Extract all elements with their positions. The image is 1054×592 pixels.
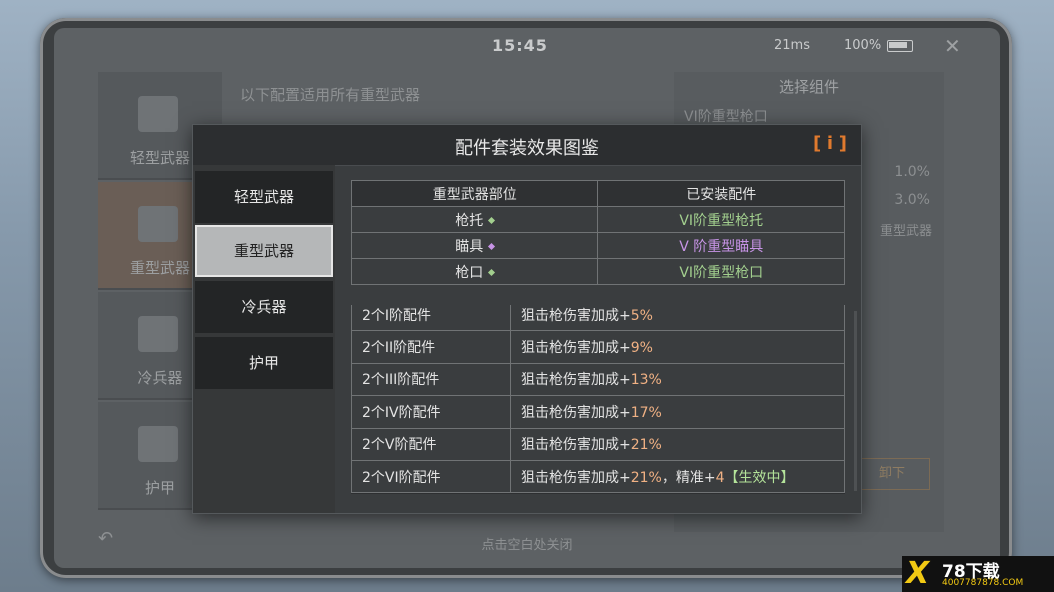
effect-cell: 狙击枪伤害加成+5% — [510, 305, 845, 332]
part-cell: V 阶重型瞄具 — [597, 232, 845, 259]
active-status-badge: 【生效中】 — [724, 469, 795, 486]
close-icon[interactable]: ✕ — [944, 34, 961, 58]
effect-text: 狙击枪伤害加成+ — [521, 307, 631, 324]
tier-cell: 2个V阶配件 — [351, 427, 511, 461]
bg-weapon-tag: 重型武器 — [879, 224, 932, 239]
ping-readout: 21ms — [774, 38, 810, 53]
effect-bonus: 9% — [630, 340, 653, 357]
effect-cell: 狙击枪伤害加成+17% — [510, 395, 845, 429]
knife-icon — [138, 316, 178, 352]
effects-scrollbar[interactable] — [854, 311, 857, 491]
installed-parts-table: 重型武器部位 已安装配件 枪托 VI阶重型枪托 瞄具 V 阶重型瞄具 枪口 VI… — [350, 180, 845, 285]
effect-bonus: 5% — [630, 307, 653, 324]
effect-text: 狙击枪伤害加成+ — [521, 340, 631, 357]
status-bar: 15:45 21ms 100% ✕ — [54, 34, 1000, 58]
part-cell: VI阶重型枪口 — [597, 258, 845, 285]
bg-stat-2: 3.0% — [894, 192, 930, 208]
set-effects-modal: 配件套装效果图鉴 i 轻型武器 重型武器 冷兵器 护甲 重型武器部位 已安装配件… — [192, 124, 862, 514]
watermark-logo: X — [906, 556, 930, 591]
quality-dot-icon — [488, 242, 496, 251]
bg-component-name: VI阶重型枪口 — [684, 109, 768, 125]
slot-label: 枪托 — [455, 212, 484, 229]
effect-text: 狙击枪伤害加成+ — [521, 437, 631, 454]
info-icon[interactable]: i — [813, 133, 847, 155]
bg-unequip-button: 卸下 — [854, 458, 930, 490]
quality-dot-icon — [488, 216, 496, 225]
vest-icon — [138, 426, 178, 462]
effect-bonus: 21% — [630, 437, 662, 454]
launcher-icon — [138, 206, 178, 242]
effect-bonus: 21% — [630, 469, 662, 486]
list-item: 2个VI阶配件 狙击枪伤害加成+21%，精准+4【生效中】 — [351, 459, 845, 493]
effect-bonus: 13% — [630, 372, 662, 389]
slot-label: 瞄具 — [455, 238, 484, 255]
effect-text: 狙击枪伤害加成+ — [521, 469, 631, 486]
tier-cell: 2个I阶配件 — [351, 305, 511, 332]
tier-cell: 2个III阶配件 — [351, 362, 511, 397]
battery-icon — [887, 40, 913, 52]
effect-text: 狙击枪伤害加成+ — [521, 404, 631, 421]
watermark-url: 4007787878.COM — [942, 578, 1024, 588]
effect-bonus: 17% — [630, 404, 662, 421]
table-row: 枪口 VI阶重型枪口 — [350, 258, 845, 285]
tier-cell: 2个VI阶配件 — [351, 459, 511, 493]
table-header-row: 重型武器部位 已安装配件 — [350, 180, 845, 207]
quality-dot-icon — [488, 268, 496, 277]
part-cell: VI阶重型枪托 — [597, 206, 845, 233]
set-effects-list[interactable]: 2个I阶配件 狙击枪伤害加成+5% 2个II阶配件 狙击枪伤害加成+9% 2个III… — [351, 305, 845, 494]
effect-cell: 狙击枪伤害加成+9% — [510, 330, 845, 364]
set-effects-table: 2个I阶配件 狙击枪伤害加成+5% 2个II阶配件 狙击枪伤害加成+9% 2个III… — [351, 305, 845, 493]
tab-light-weapons[interactable]: 轻型武器 — [195, 171, 333, 223]
slot-cell: 枪托 — [350, 206, 599, 233]
effect-cell: 狙击枪伤害加成+21%，精准+4【生效中】 — [510, 459, 845, 493]
list-item: 2个III阶配件 狙击枪伤害加成+13% — [351, 362, 845, 397]
table-row: 瞄具 V 阶重型瞄具 — [350, 232, 845, 259]
list-item: 2个V阶配件 狙击枪伤害加成+21% — [351, 427, 845, 461]
column-header-part: 已安装配件 — [597, 180, 845, 207]
effect-text: 狙击枪伤害加成+ — [521, 372, 631, 389]
slot-cell: 瞄具 — [350, 232, 599, 259]
modal-header: 配件套装效果图鉴 i — [193, 125, 861, 166]
effect-cell: 狙击枪伤害加成+13% — [510, 362, 845, 397]
column-header-slot: 重型武器部位 — [350, 180, 599, 207]
list-item: 2个II阶配件 狙击枪伤害加成+9% — [351, 330, 845, 364]
effect-extra-bonus: 4 — [715, 469, 725, 486]
tab-armor[interactable]: 护甲 — [195, 337, 333, 389]
list-item: 2个I阶配件 狙击枪伤害加成+5% — [351, 305, 845, 332]
table-row: 枪托 VI阶重型枪托 — [350, 206, 845, 233]
slot-label: 枪口 — [455, 264, 484, 281]
battery-percent: 100% — [844, 38, 882, 53]
tier-cell: 2个IV阶配件 — [351, 395, 511, 429]
smg-icon — [138, 96, 178, 132]
effect-extra-text: ，精准+ — [661, 469, 716, 486]
bg-component-header: 选择组件 — [778, 78, 839, 96]
bg-config-title: 以下配置适用所有重型武器 — [240, 86, 421, 104]
tab-melee[interactable]: 冷兵器 — [195, 281, 333, 333]
modal-title: 配件套装效果图鉴 — [455, 138, 599, 159]
close-hint: 点击空白处关闭 — [481, 538, 573, 553]
slot-cell: 枪口 — [350, 258, 599, 285]
tier-cell: 2个II阶配件 — [351, 330, 511, 364]
tab-heavy-weapons[interactable]: 重型武器 — [195, 225, 333, 277]
clock: 15:45 — [492, 36, 548, 55]
effect-cell: 狙击枪伤害加成+21% — [510, 427, 845, 461]
list-item: 2个IV阶配件 狙击枪伤害加成+17% — [351, 395, 845, 429]
site-watermark: X 78下载 4007787878.COM — [902, 556, 1054, 592]
bg-stat-1: 1.0% — [894, 164, 930, 180]
weapon-category-tabs: 轻型武器 重型武器 冷兵器 护甲 — [193, 165, 335, 513]
